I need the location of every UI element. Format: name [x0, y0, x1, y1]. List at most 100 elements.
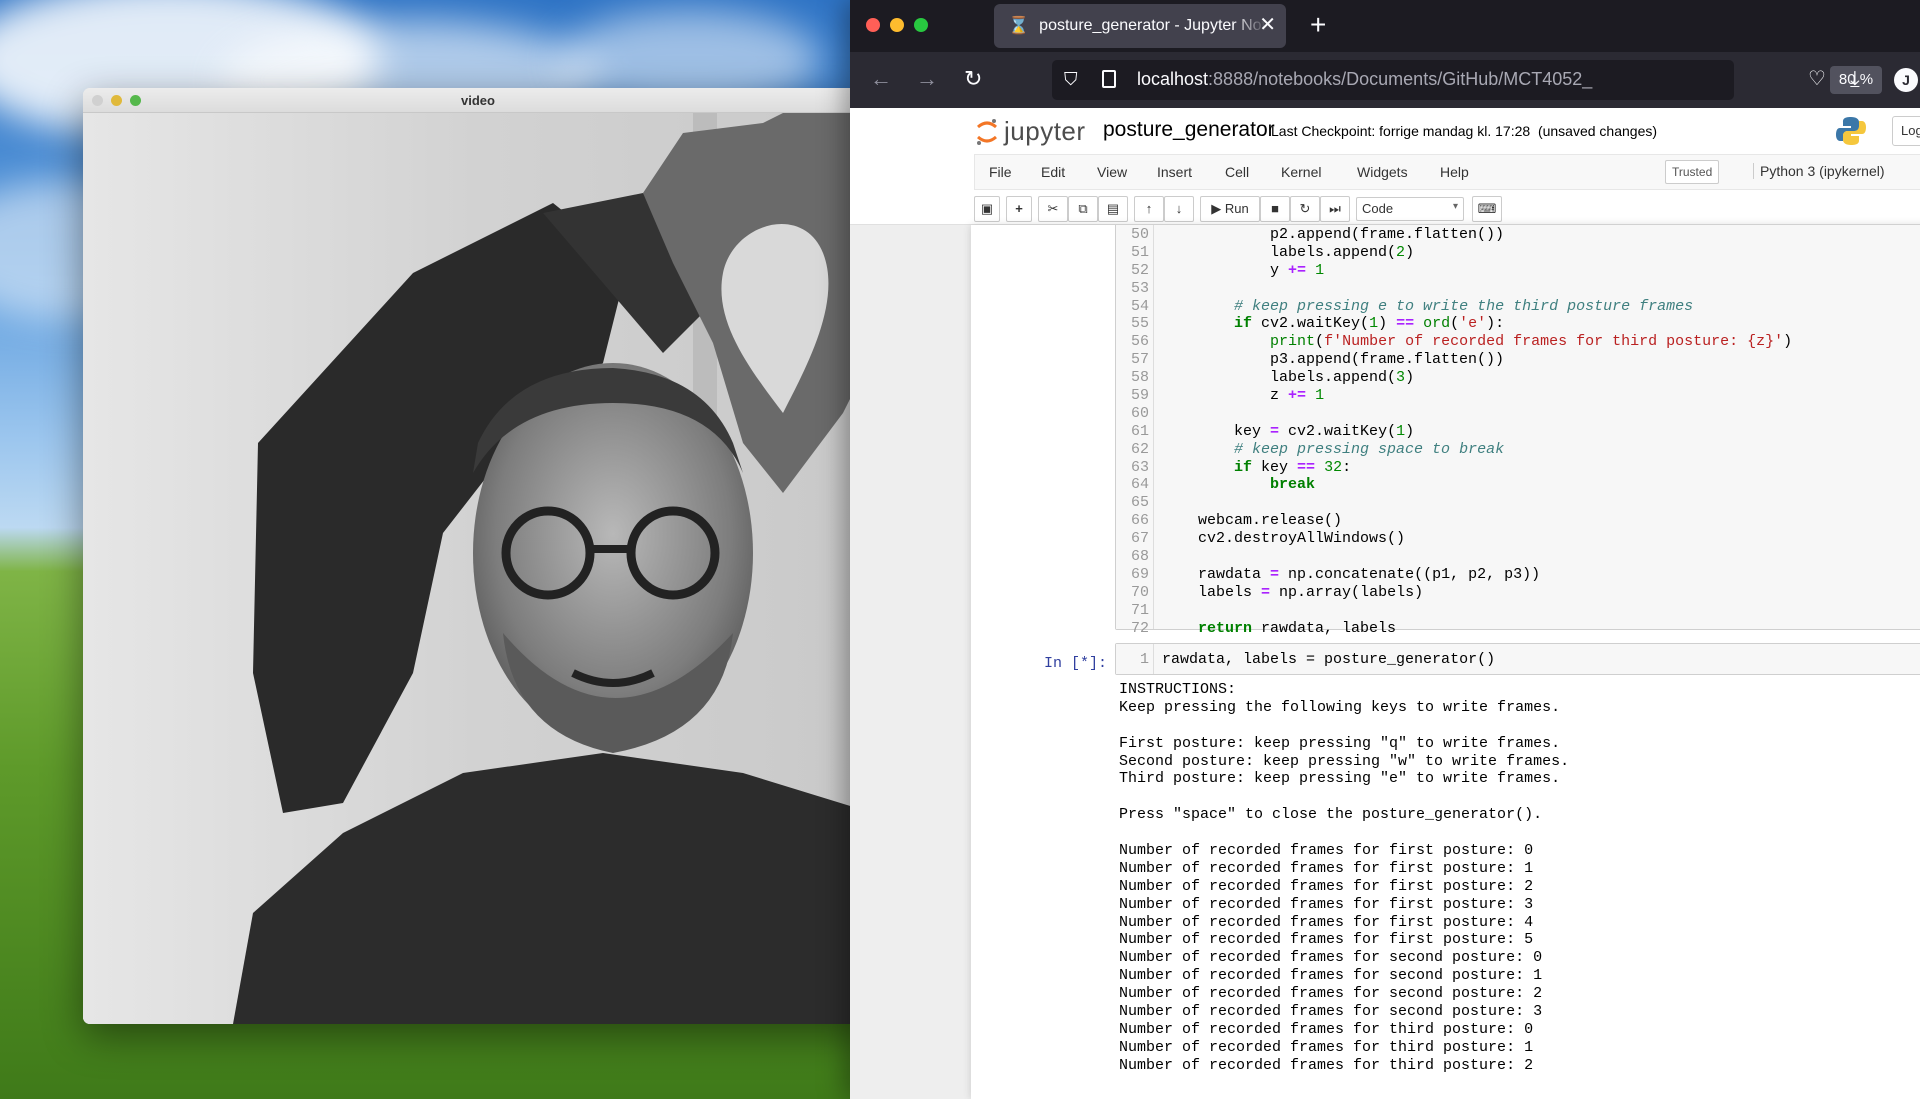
code-line[interactable]: 57 p3.append(frame.flatten()): [1116, 351, 1920, 369]
cell-type-select[interactable]: Code ▾: [1356, 197, 1464, 221]
code-line[interactable]: 58 labels.append(3): [1116, 369, 1920, 387]
insert-cell-icon[interactable]: +: [1006, 196, 1032, 222]
video-titlebar[interactable]: video: [83, 88, 873, 113]
output-line: Number of recorded frames for third post…: [1119, 1020, 1534, 1038]
code-line[interactable]: 69 rawdata = np.concatenate((p1, p2, p3)…: [1116, 566, 1920, 584]
copy-icon[interactable]: ⧉: [1068, 196, 1098, 222]
code-line[interactable]: 64 break: [1116, 476, 1920, 494]
code-text: break: [1270, 476, 1316, 494]
line-number: 55: [1130, 315, 1149, 333]
code-line[interactable]: 63 if key == 32:: [1116, 459, 1920, 477]
code-line[interactable]: 54 # keep pressing e to write the third …: [1116, 298, 1920, 316]
line-number: 59: [1130, 387, 1149, 405]
code-line[interactable]: 62 # keep pressing space to break: [1116, 441, 1920, 459]
new-tab-icon[interactable]: +: [1310, 9, 1326, 41]
code-input-area[interactable]: 1 rawdata, labels = posture_generator(): [1115, 643, 1920, 675]
code-line[interactable]: 1 rawdata, labels = posture_generator(): [1116, 651, 1920, 669]
code-line[interactable]: 70 labels = np.array(labels): [1116, 584, 1920, 602]
output-line: Third posture: keep pressing "e" to writ…: [1119, 770, 1561, 788]
line-number: 63: [1130, 458, 1149, 476]
paste-icon[interactable]: ▤: [1098, 196, 1128, 222]
line-number: 61: [1130, 422, 1149, 440]
code-line[interactable]: 68: [1116, 548, 1920, 566]
menu-kernel[interactable]: Kernel: [1281, 164, 1321, 180]
code-text: labels = np.array(labels): [1153, 583, 1424, 601]
move-up-icon[interactable]: ↑: [1134, 196, 1164, 222]
firefox-window[interactable]: ⌛ posture_generator - Jupyter Notebook ✕…: [850, 0, 1920, 1099]
page-info-icon[interactable]: [1102, 70, 1116, 88]
tab-posture-generator[interactable]: ⌛ posture_generator - Jupyter Notebook ✕: [994, 4, 1286, 48]
code-line[interactable]: 59 z += 1: [1116, 387, 1920, 405]
url-bar[interactable]: ⛉ localhost:8888/notebooks/Documents/Git…: [1052, 60, 1916, 100]
back-icon[interactable]: ←: [870, 66, 892, 92]
menu-widgets[interactable]: Widgets: [1357, 164, 1408, 180]
notebook-name[interactable]: posture_generator: [1103, 118, 1275, 142]
kernel-indicator[interactable]: Python 3 (ipykernel): [1753, 163, 1885, 179]
logout-button[interactable]: Logout: [1892, 116, 1920, 146]
code-text: labels.append(3): [1153, 369, 1415, 387]
code-line[interactable]: 56 print(f'Number of recorded frames for…: [1116, 333, 1920, 351]
close-tab-icon[interactable]: ✕: [1259, 12, 1276, 37]
code-editor[interactable]: 50 p2.append(frame.flatten()) 51 labels.a…: [1116, 225, 1920, 637]
menu-view[interactable]: View: [1097, 164, 1127, 180]
menu-insert[interactable]: Insert: [1157, 164, 1192, 180]
code-input-area[interactable]: 50 p2.append(frame.flatten()) 51 labels.a…: [1115, 225, 1920, 637]
jupyter-logo[interactable]: jupyter: [976, 116, 1086, 147]
reload-icon[interactable]: ↻: [964, 66, 982, 92]
forward-icon[interactable]: →: [916, 66, 938, 92]
output-line: First posture: keep pressing "q" to writ…: [1119, 734, 1561, 752]
code-text: p2.append(frame.flatten()): [1153, 226, 1505, 243]
move-down-icon[interactable]: ↓: [1164, 196, 1194, 222]
downloads-icon[interactable]: ⤓: [1850, 66, 1860, 92]
code-line[interactable]: 67 cv2.destroyAllWindows(): [1116, 530, 1920, 548]
interrupt-icon[interactable]: ■: [1260, 196, 1290, 222]
webcam-frame: [83, 113, 873, 1024]
menu-help[interactable]: Help: [1440, 164, 1469, 180]
trusted-badge[interactable]: Trusted: [1665, 160, 1720, 184]
cut-icon[interactable]: ✂: [1038, 196, 1068, 222]
code-line[interactable]: 65: [1116, 494, 1920, 512]
url-host: localhost: [1137, 69, 1209, 89]
code-text: rawdata = np.concatenate((p1, p2, p3)): [1153, 565, 1541, 583]
video-window-title: video: [461, 93, 495, 108]
line-number: 66: [1130, 512, 1149, 530]
output-line: Press "space" to close the posture_gener…: [1119, 806, 1543, 824]
code-line[interactable]: 71: [1116, 602, 1920, 620]
jupyter-header: jupyter posture_generator Last Checkpoin…: [850, 108, 1920, 225]
line-number: 57: [1130, 351, 1149, 369]
cell-type-value: Code: [1362, 201, 1394, 216]
menu-edit[interactable]: Edit: [1041, 164, 1065, 180]
tracking-shield-icon[interactable]: ⛉: [1064, 69, 1078, 90]
run-button[interactable]: ▶ Run: [1200, 196, 1260, 222]
output-line: Second posture: keep pressing "w" to wri…: [1119, 752, 1570, 770]
profile-avatar[interactable]: J: [1894, 68, 1918, 92]
pocket-icon[interactable]: ♡: [1808, 66, 1826, 91]
navigation-bar: ← → ↻ ⛉ localhost:8888/notebooks/Documen…: [850, 52, 1920, 108]
menu-file[interactable]: File: [989, 164, 1012, 180]
code-line[interactable]: 52 y += 1: [1116, 262, 1920, 280]
code-line[interactable]: 72 return rawdata, labels: [1116, 620, 1920, 638]
code-line[interactable]: 61 key = cv2.waitKey(1): [1116, 423, 1920, 441]
code-line[interactable]: 51 labels.append(2): [1116, 244, 1920, 262]
code-text: labels.append(2): [1153, 243, 1415, 261]
code-line[interactable]: 50 p2.append(frame.flatten()): [1116, 226, 1920, 244]
code-line[interactable]: 66 webcam.release(): [1116, 512, 1920, 530]
menu-cell[interactable]: Cell: [1225, 164, 1249, 180]
code-text: webcam.release(): [1153, 512, 1343, 530]
code-line[interactable]: 53: [1116, 280, 1920, 298]
keyboard-icon[interactable]: ⌨: [1472, 196, 1502, 222]
window-minimize-icon[interactable]: [890, 18, 904, 32]
video-window[interactable]: video: [83, 88, 873, 1024]
code-line[interactable]: 60: [1116, 405, 1920, 423]
url-text[interactable]: localhost:8888/notebooks/Documents/GitHu…: [1137, 69, 1627, 90]
save-icon[interactable]: ▣: [974, 196, 1000, 222]
restart-run-all-icon[interactable]: ⏭: [1320, 196, 1350, 222]
code-line[interactable]: 55 if cv2.waitKey(1) == ord('e'):: [1116, 315, 1920, 333]
code-text: z += 1: [1153, 387, 1325, 405]
window-close-icon[interactable]: [866, 18, 880, 32]
window-zoom-icon[interactable]: [914, 18, 928, 32]
restart-icon[interactable]: ↻: [1290, 196, 1320, 222]
output-line: Number of recorded frames for second pos…: [1119, 1003, 1543, 1021]
line-number: 68: [1130, 548, 1149, 566]
